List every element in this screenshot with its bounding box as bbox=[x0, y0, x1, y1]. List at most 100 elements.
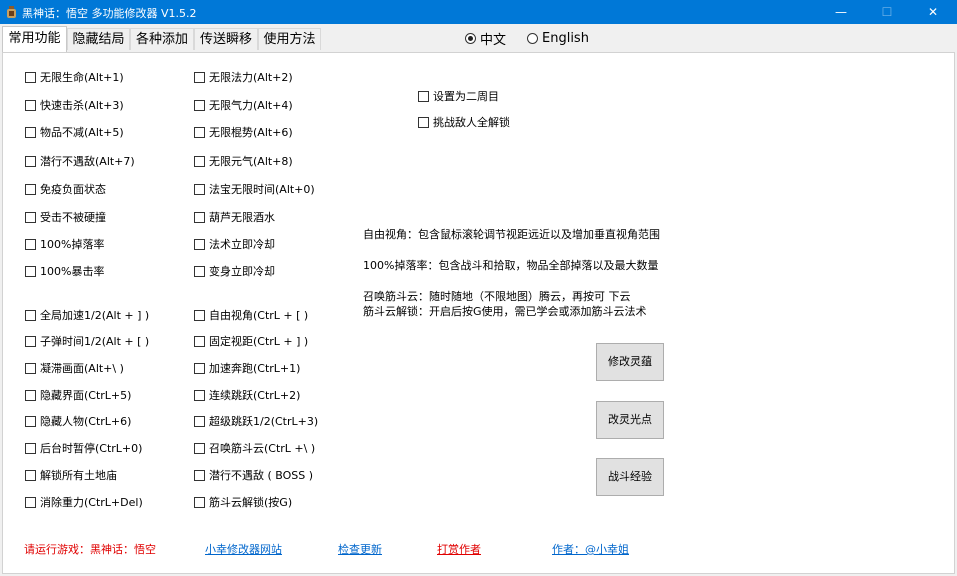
checkbox-label: 设置为二周目 bbox=[433, 90, 499, 103]
cheat-checkbox[interactable]: 潜行不遇敌(Alt+7) bbox=[25, 154, 135, 168]
checkbox-label: 凝滞画面(Alt+\ ) bbox=[40, 362, 124, 375]
cheat-checkbox[interactable]: 自由视角(CtrL + [ ) bbox=[194, 308, 308, 322]
checkbox-label: 潜行不遇敌(Alt+7) bbox=[40, 155, 135, 168]
cheat-checkbox[interactable]: 受击不被硬撞 bbox=[25, 210, 106, 224]
cheat-checkbox[interactable]: 加速奔跑(CtrL+1) bbox=[194, 361, 300, 375]
checkbox-label: 无限气力(Alt+4) bbox=[209, 99, 293, 112]
cheat-checkbox[interactable]: 后台时暂停(CtrL+0) bbox=[25, 441, 142, 455]
cheat-checkbox[interactable]: 无限法力(Alt+2) bbox=[194, 70, 293, 84]
cheat-checkbox[interactable]: 免疫负面状态 bbox=[25, 182, 106, 196]
radio-english[interactable]: English bbox=[527, 30, 589, 46]
cheat-checkbox[interactable]: 超级跳跃1/2(CtrL+3) bbox=[194, 414, 318, 428]
modify-spirit-points-button[interactable]: 改灵光点 bbox=[596, 401, 664, 439]
game-status-text: 请运行游戏：黑神话：悟空 bbox=[24, 543, 156, 556]
checkbox-label: 免疫负面状态 bbox=[40, 183, 106, 196]
checkbox-icon bbox=[25, 335, 36, 347]
radio-english-label: English bbox=[542, 30, 589, 46]
checkbox-icon bbox=[194, 362, 205, 374]
checkbox-icon bbox=[194, 183, 205, 195]
tab-usage[interactable]: 使用方法 bbox=[258, 28, 321, 50]
checkbox-icon bbox=[194, 442, 205, 454]
cheat-checkbox[interactable]: 隐藏人物(CtrL+6) bbox=[25, 414, 131, 428]
checkbox-second-playthrough[interactable]: 设置为二周目 bbox=[418, 89, 499, 103]
checkbox-label: 受击不被硬撞 bbox=[40, 211, 106, 224]
minimize-button[interactable]: — bbox=[818, 0, 864, 24]
cheat-checkbox[interactable]: 无限棍势(Alt+6) bbox=[194, 125, 293, 139]
cheat-checkbox[interactable]: 变身立即冷却 bbox=[194, 264, 275, 278]
cheat-checkbox[interactable]: 解锁所有土地庙 bbox=[25, 468, 117, 482]
cheat-checkbox[interactable]: 固定视距(CtrL + ] ) bbox=[194, 334, 308, 348]
checkbox-label: 无限元气(Alt+8) bbox=[209, 155, 293, 168]
checkbox-label: 法宝无限时间(Alt+0) bbox=[209, 183, 315, 196]
checkbox-icon bbox=[194, 155, 205, 167]
app-icon bbox=[7, 6, 16, 18]
cheat-checkbox[interactable]: 100%掉落率 bbox=[25, 237, 104, 251]
tab-hidden-endings[interactable]: 隐藏结局 bbox=[67, 28, 130, 50]
checkbox-icon bbox=[194, 238, 205, 250]
checkbox-icon bbox=[25, 265, 36, 277]
checkbox-icon bbox=[194, 309, 205, 321]
cheat-checkbox[interactable]: 100%暴击率 bbox=[25, 264, 104, 278]
tab-common-functions[interactable]: 常用功能 bbox=[2, 26, 67, 52]
checkbox-icon bbox=[194, 389, 205, 401]
checkbox-icon bbox=[25, 126, 36, 138]
cheat-checkbox[interactable]: 潜行不遇敌 ( BOSS ) bbox=[194, 468, 313, 482]
note-summon-cloud: 召唤筋斗云：随时随地（不限地图）腾云，再按可 下云 bbox=[363, 290, 631, 303]
cheat-checkbox[interactable]: 连续跳跃(CtrL+2) bbox=[194, 388, 300, 402]
checkbox-label: 无限法力(Alt+2) bbox=[209, 71, 293, 84]
author-link[interactable]: 作者：@小幸姐 bbox=[552, 541, 629, 557]
checkbox-label: 加速奔跑(CtrL+1) bbox=[209, 362, 301, 375]
tab-teleport[interactable]: 传送瞬移 bbox=[194, 28, 258, 50]
maximize-button[interactable]: ☐ bbox=[864, 0, 910, 24]
checkbox-icon bbox=[194, 496, 205, 508]
combat-experience-button[interactable]: 战斗经验 bbox=[596, 458, 664, 496]
cheat-checkbox[interactable]: 筋斗云解锁(按G) bbox=[194, 495, 292, 509]
cheat-checkbox[interactable]: 子弹时间1/2(Alt + [ ) bbox=[25, 334, 149, 348]
checkbox-icon bbox=[194, 265, 205, 277]
checkbox-icon bbox=[25, 309, 36, 321]
donate-link[interactable]: 打赏作者 bbox=[437, 541, 481, 557]
cheat-checkbox[interactable]: 无限生命(Alt+1) bbox=[25, 70, 124, 84]
cheat-checkbox[interactable]: 消除重力(CtrL+Del) bbox=[25, 495, 143, 509]
cheat-checkbox[interactable]: 葫芦无限酒水 bbox=[194, 210, 275, 224]
tab-add-items[interactable]: 各种添加 bbox=[130, 28, 194, 50]
checkbox-icon bbox=[25, 99, 36, 111]
checkbox-icon bbox=[25, 211, 36, 223]
checkbox-label: 后台时暂停(CtrL+0) bbox=[40, 442, 143, 455]
note-cloud-unlock: 筋斗云解锁：开启后按G使用，需已学会或添加筋斗云法术 bbox=[363, 305, 647, 318]
cheat-checkbox[interactable]: 隐藏界面(CtrL+5) bbox=[25, 388, 131, 402]
radio-selected-icon bbox=[465, 32, 476, 44]
modify-spirit-button[interactable]: 修改灵蕴 bbox=[596, 343, 664, 381]
cheat-checkbox[interactable]: 全局加速1/2(Alt + ] ) bbox=[25, 308, 149, 322]
checkbox-icon bbox=[418, 116, 429, 128]
checkbox-label: 召唤筋斗云(CtrL +\ ) bbox=[209, 442, 316, 455]
close-button[interactable]: ✕ bbox=[910, 0, 956, 24]
checkbox-label: 挑战敌人全解锁 bbox=[433, 116, 510, 129]
checkbox-icon bbox=[25, 362, 36, 374]
checkbox-icon bbox=[194, 415, 205, 427]
checkbox-icon bbox=[194, 71, 205, 83]
cheat-checkbox[interactable]: 召唤筋斗云(CtrL +\ ) bbox=[194, 441, 315, 455]
cheat-checkbox[interactable]: 无限气力(Alt+4) bbox=[194, 98, 293, 112]
checkbox-unlock-all-enemies[interactable]: 挑战敌人全解锁 bbox=[418, 115, 510, 129]
checkbox-icon bbox=[25, 442, 36, 454]
title-bar: 黑神话：悟空 多功能修改器 V1.5.2 — ☐ ✕ bbox=[0, 0, 957, 24]
checkbox-label: 连续跳跃(CtrL+2) bbox=[209, 389, 301, 402]
checkbox-icon bbox=[25, 496, 36, 508]
website-link[interactable]: 小幸修改器网站 bbox=[205, 541, 282, 557]
cheat-checkbox[interactable]: 凝滞画面(Alt+\ ) bbox=[25, 361, 124, 375]
checkbox-icon bbox=[25, 389, 36, 401]
radio-chinese-label: 中文 bbox=[480, 32, 507, 48]
cheat-checkbox[interactable]: 快速击杀(Alt+3) bbox=[25, 98, 124, 112]
cheat-checkbox[interactable]: 无限元气(Alt+8) bbox=[194, 154, 293, 168]
checkbox-label: 隐藏人物(CtrL+6) bbox=[40, 415, 132, 428]
radio-chinese[interactable]: 中文 bbox=[465, 30, 507, 48]
radio-unselected-icon bbox=[527, 32, 538, 44]
check-update-link[interactable]: 检查更新 bbox=[338, 541, 382, 557]
note-drop-rate: 100%掉落率：包含战斗和拾取，物品全部掉落以及最大数量 bbox=[363, 259, 659, 272]
checkbox-label: 消除重力(CtrL+Del) bbox=[40, 496, 143, 509]
checkbox-icon bbox=[25, 183, 36, 195]
cheat-checkbox[interactable]: 物品不减(Alt+5) bbox=[25, 125, 124, 139]
cheat-checkbox[interactable]: 法宝无限时间(Alt+0) bbox=[194, 182, 315, 196]
cheat-checkbox[interactable]: 法术立即冷却 bbox=[194, 237, 275, 251]
